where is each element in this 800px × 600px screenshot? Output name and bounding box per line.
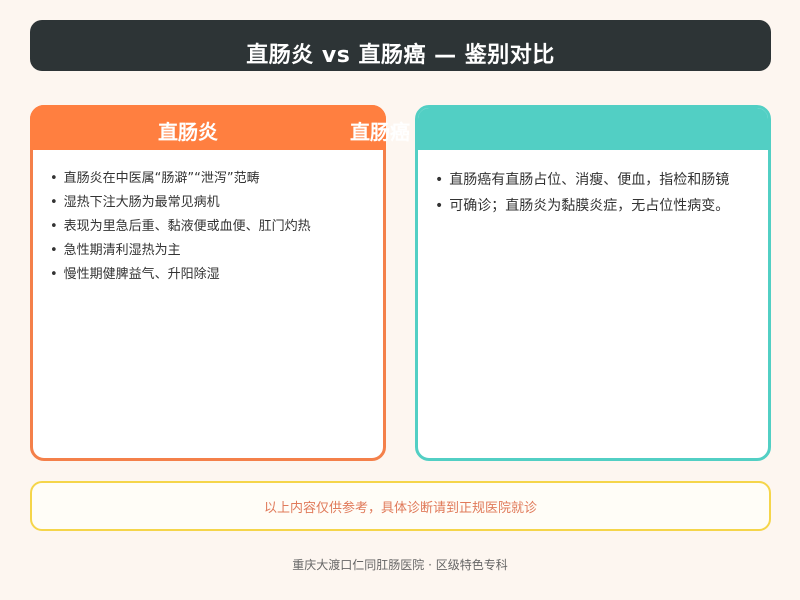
rectal-cancer-panel-header [418,108,768,150]
rectal-cancer-list: 直肠癌有直肠占位、消瘦、便血，指检和肠镜 可确诊；直肠炎为黏膜炎症，无占位性病变… [435,167,768,219]
list-item: 可确诊；直肠炎为黏膜炎症，无占位性病变。 [435,193,768,219]
disclaimer-box: 以上内容仅供参考，具体诊断请到正规医院就诊 [30,481,771,531]
rectal-cancer-title: 直肠癌 [350,120,410,144]
list-item: 慢性期健脾益气、升阳除湿 [50,263,311,287]
list-item: 湿热下注大肠为最常见病机 [50,191,311,215]
list-item: 直肠癌有直肠占位、消瘦、便血，指检和肠镜 [435,167,768,193]
list-item: 急性期清利湿热为主 [50,239,311,263]
rectal-cancer-panel: 直肠癌有直肠占位、消瘦、便血，指检和肠镜 可确诊；直肠炎为黏膜炎症，无占位性病变… [415,105,771,461]
rectitis-panel: 直肠炎 直肠癌 直肠炎在中医属“肠澼”“泄泻”范畴 湿热下注大肠为最常见病机 表… [30,105,410,461]
list-item: 直肠炎在中医属“肠澼”“泄泻”范畴 [50,167,311,191]
title-bar: 直肠炎 vs 直肠癌 — 鉴别对比 [30,20,771,71]
disclaimer-text: 以上内容仅供参考，具体诊断请到正规医院就诊 [263,500,537,516]
list-item: 表现为里急后重、黏液便或血便、肛门灼热 [50,215,311,239]
footer: 重庆大渡口仁同肛肠医院 · 区级特色专科 [292,558,508,572]
rectitis-title: 直肠炎 [158,120,218,144]
rectitis-list: 直肠炎在中医属“肠澼”“泄泻”范畴 湿热下注大肠为最常见病机 表现为里急后重、黏… [50,167,311,287]
page-title: 直肠炎 vs 直肠癌 — 鉴别对比 [246,42,555,68]
rectitis-panel-header: 直肠炎 直肠癌 [30,105,410,150]
